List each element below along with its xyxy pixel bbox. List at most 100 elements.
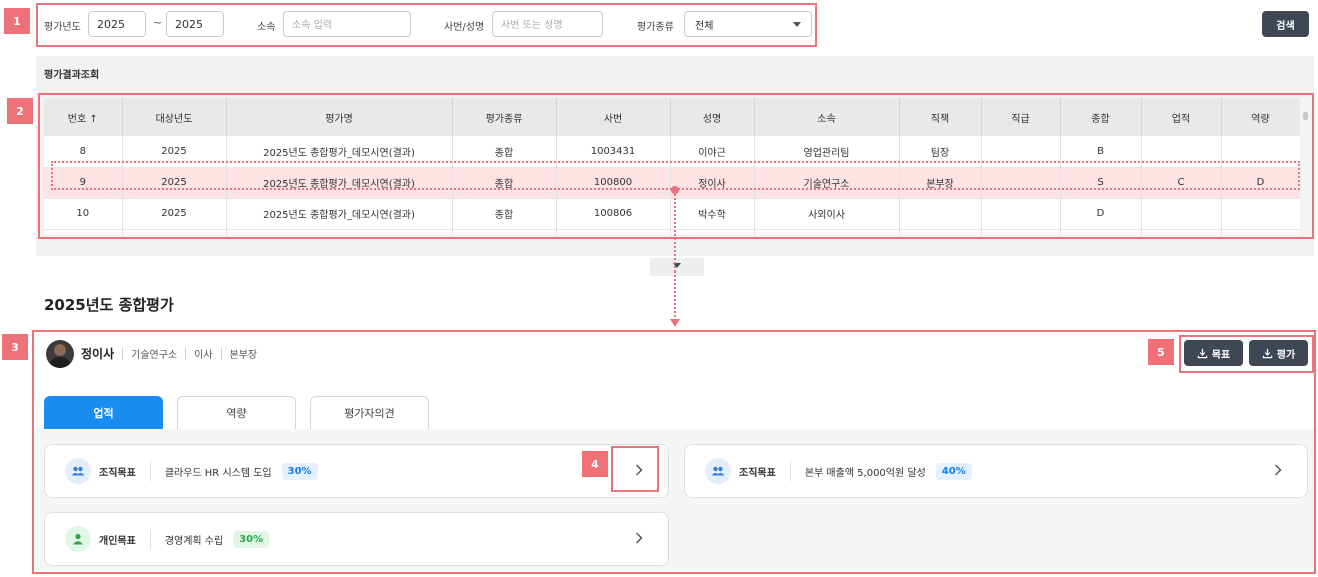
column-header[interactable]: 사번 [556,98,671,136]
divider [149,461,151,481]
dept-label: 소속 [257,22,276,33]
emp-label: 사번/성명 [444,22,485,33]
profile-position: 본부장 [229,350,258,361]
connector-arrow [670,186,680,327]
profile-dept: 기술연구소 [131,350,178,361]
goal-title: 경영계획 수립 [164,535,224,547]
table-cell: 11 [44,229,123,235]
annotation-tag-1: 1 [4,8,30,34]
column-header[interactable]: 업적 [1141,98,1222,136]
year-from-input[interactable] [88,11,146,37]
annotation-tag-2: 2 [7,98,33,124]
table-cell: 종합 [452,198,557,230]
year-range-dash: ~ [153,16,163,29]
chevron-right-icon[interactable] [634,463,644,477]
profile-rank: 이사 [194,350,213,361]
table-cell: 사업기획팀 [754,229,900,235]
table-cell: 종합 [452,167,557,199]
table-cell: 10 [44,198,123,230]
download-eval-button[interactable]: 평가 [1249,340,1308,366]
table-cell [981,136,1061,168]
chevron-right-icon[interactable] [634,531,644,545]
table-cell: 2025 [122,198,227,230]
tab-competency[interactable]: 역량 [177,396,296,429]
table-cell: D [1060,198,1142,230]
grid-title: 평가결과조회 [44,70,100,81]
tab-achievement[interactable]: 업적 [44,396,163,429]
search-button-label: 검색 [1276,20,1295,32]
column-header[interactable]: 직급 [981,98,1061,136]
goal-kind: 조직목표 [739,467,776,479]
avatar [46,340,74,368]
group-icon [65,458,91,484]
goal-card[interactable]: 조직목표 클라우드 HR 시스템 도입 30% [44,444,669,498]
person-icon [65,526,91,552]
table-cell [981,167,1061,199]
section-title: 2025년도 종합평가 [44,296,174,314]
type-label: 평가종류 [637,22,674,33]
search-button[interactable]: 검색 [1262,11,1309,37]
goal-card[interactable]: 조직목표 본부 매출액 5,000억원 달성 40% [684,444,1308,498]
table-cell: 1003431 [556,136,671,168]
column-header[interactable]: 성명 [670,98,755,136]
table-cell: 사외이사 [754,198,900,230]
table-cell: 100800 [556,167,671,199]
goal-card[interactable]: 개인목표 경영계획 수립 30% [44,512,669,566]
table-cell: 2025년도 종합평가_데모시연(결과) [226,136,453,168]
table-cell: 2025년도 종합평가_데모시연(결과) [226,229,453,235]
chevron-right-icon[interactable] [1273,463,1283,477]
goal-weight-badge: 30% [233,530,270,548]
group-icon [705,458,731,484]
goal-weight-badge: 30% [281,462,318,480]
column-header[interactable]: 평가명 [226,98,453,136]
dept-input[interactable] [283,11,411,37]
grid-vertical-scrollbar[interactable] [1301,98,1310,235]
tab-label: 평가자의견 [344,407,395,420]
annotation-tag-5: 5 [1148,339,1174,365]
year-label: 평가년도 [44,22,81,33]
annotation-tag-3: 3 [2,334,28,360]
column-header[interactable]: 종합 [1060,98,1142,136]
scrollbar-thumb[interactable] [1303,112,1308,120]
emp-input[interactable] [492,11,603,37]
download-goal-button[interactable]: 목표 [1184,340,1243,366]
table-cell: 2025 [122,229,227,235]
annotation-tag-4: 4 [582,451,608,477]
goal-title: 클라우드 HR 시스템 도입 [164,467,272,479]
table-row[interactable]: 8 2025 2025년도 종합평가_데모시연(결과) 종합 1003431 이야근 영업관… [44,136,1300,168]
table-cell: 기술연구소 [754,167,900,199]
divider [149,529,151,549]
column-header[interactable]: 번호 ↑ [44,98,123,136]
table-cell: 2025 [122,167,227,199]
chevron-down-icon [793,21,801,27]
column-header[interactable]: 역량 [1221,98,1300,136]
table-cell: S [1060,167,1142,199]
table-cell: 2025년도 종합평가_데모시연(결과) [226,167,453,199]
table-cell: C [1060,229,1142,235]
column-header[interactable]: 평가종류 [452,98,557,136]
table-cell [1221,229,1300,235]
column-header[interactable]: 대상년도 [122,98,227,136]
goal-kind: 조직목표 [99,467,136,479]
table-cell [981,198,1061,230]
column-header[interactable]: 직책 [899,98,982,136]
tab-label: 업적 [93,407,114,420]
table-cell: 2025 [122,136,227,168]
table-cell: 8 [44,136,123,168]
table-cell: 팀장 [899,229,982,235]
divider [185,347,187,360]
year-to-input[interactable] [166,11,224,37]
goal-kind: 개인목표 [99,535,136,547]
profile-name: 정이사 [81,347,115,361]
table-cell: B [1060,136,1142,168]
table-cell: 본부장 [899,167,982,199]
table-cell: 100807 [556,229,671,235]
type-select[interactable]: 전체 [684,11,812,37]
column-header[interactable]: 소속 [754,98,900,136]
tab-evaluator-opinion[interactable]: 평가자의견 [310,396,429,429]
table-cell [1141,229,1222,235]
type-select-value: 전체 [695,20,714,32]
table-cell: 팀장 [899,136,982,168]
table-cell [1141,198,1222,230]
table-cell [1221,198,1300,230]
